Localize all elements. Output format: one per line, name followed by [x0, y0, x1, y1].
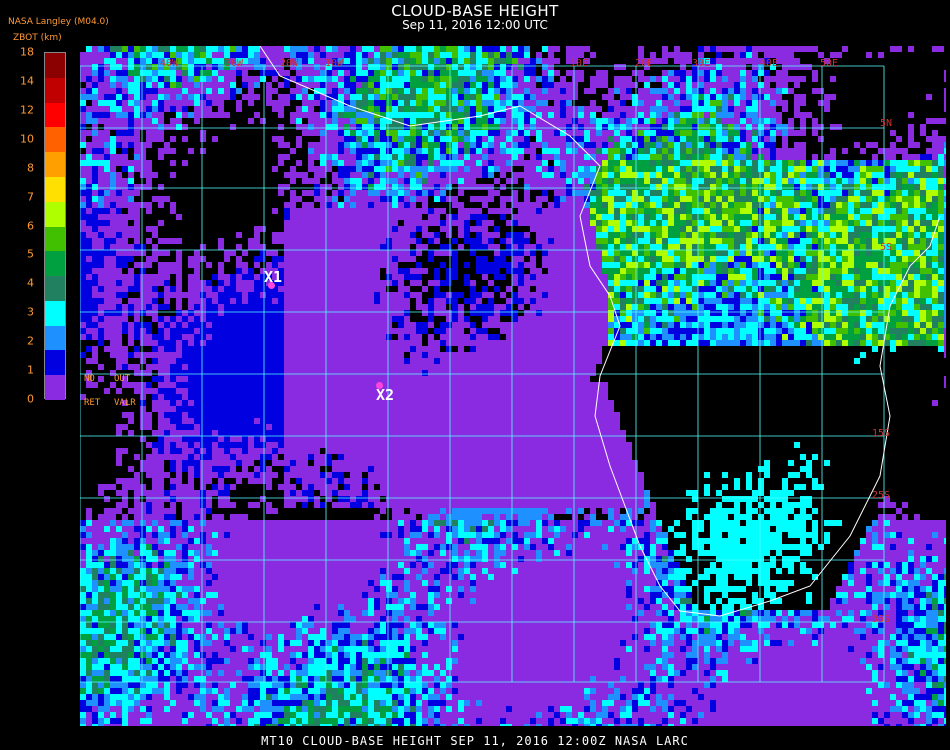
legend-tick-label: 0 [4, 393, 34, 406]
lon-label: 30W [225, 58, 243, 69]
lat-label: 35S [872, 614, 890, 625]
lat-label: 5N [880, 118, 892, 129]
lon-label: 40E [760, 58, 778, 69]
lon-label: 20E [635, 58, 653, 69]
legend-color-band [45, 375, 65, 400]
satellite-map[interactable]: NO OUT RET VALR X1 X2 40W 30W 20W 10W 10… [80, 46, 946, 726]
legend-tick-label: 18 [4, 46, 34, 59]
legend-tick-label: 2 [4, 335, 34, 348]
legend-color-band [45, 227, 65, 252]
legend-color-band [45, 103, 65, 128]
legend-color-band [45, 127, 65, 152]
legend-tick-label: 1 [4, 364, 34, 377]
legend-color-band [45, 276, 65, 301]
page-subtitle: Sep 11, 2016 12:00 UTC [0, 18, 950, 32]
legend-tick-label: 14 [4, 74, 34, 87]
marker-x1-label: X1 [264, 268, 282, 286]
legend-color-band [45, 251, 65, 276]
source-label: NASA Langley (M04.0) [8, 17, 109, 27]
legend-color-band [45, 350, 65, 375]
legend-color-band [45, 152, 65, 177]
unit-label: ZBOT (km) [13, 33, 62, 43]
lat-label: 15S [872, 428, 890, 439]
legend-color-band [45, 53, 65, 78]
legend-color-band [45, 202, 65, 227]
legend-tick-label: 4 [4, 277, 34, 290]
lon-label: 10E [570, 58, 588, 69]
color-legend [44, 52, 66, 399]
legend-tick-label: 8 [4, 161, 34, 174]
code-ret: RET [84, 398, 100, 408]
legend-color-band [45, 301, 65, 326]
legend-color-band [45, 177, 65, 202]
legend-tick-label: 7 [4, 190, 34, 203]
lat-label: 5S [880, 242, 892, 253]
code-out: OUT [114, 374, 130, 384]
legend-tick-label: 3 [4, 306, 34, 319]
lon-label: 40W [160, 58, 178, 69]
lon-label: 10W [325, 58, 343, 69]
lat-label: 25S [872, 490, 890, 501]
legend-tick-label: 10 [4, 132, 34, 145]
lon-label: 20W [280, 58, 298, 69]
legend-tick-label: 6 [4, 219, 34, 232]
code-no: NO [84, 374, 95, 384]
legend-tick-label: 5 [4, 248, 34, 261]
lon-label: 30E [692, 58, 710, 69]
legend-color-band [45, 326, 65, 351]
legend-color-band [45, 78, 65, 103]
lon-label: 50E [820, 58, 838, 69]
marker-x2-label: X2 [376, 386, 394, 404]
footer-caption: MT10 CLOUD-BASE HEIGHT SEP 11, 2016 12:0… [0, 734, 950, 748]
code-valr: VALR [114, 398, 136, 408]
legend-tick-label: 12 [4, 103, 34, 116]
map-canvas [80, 46, 946, 726]
